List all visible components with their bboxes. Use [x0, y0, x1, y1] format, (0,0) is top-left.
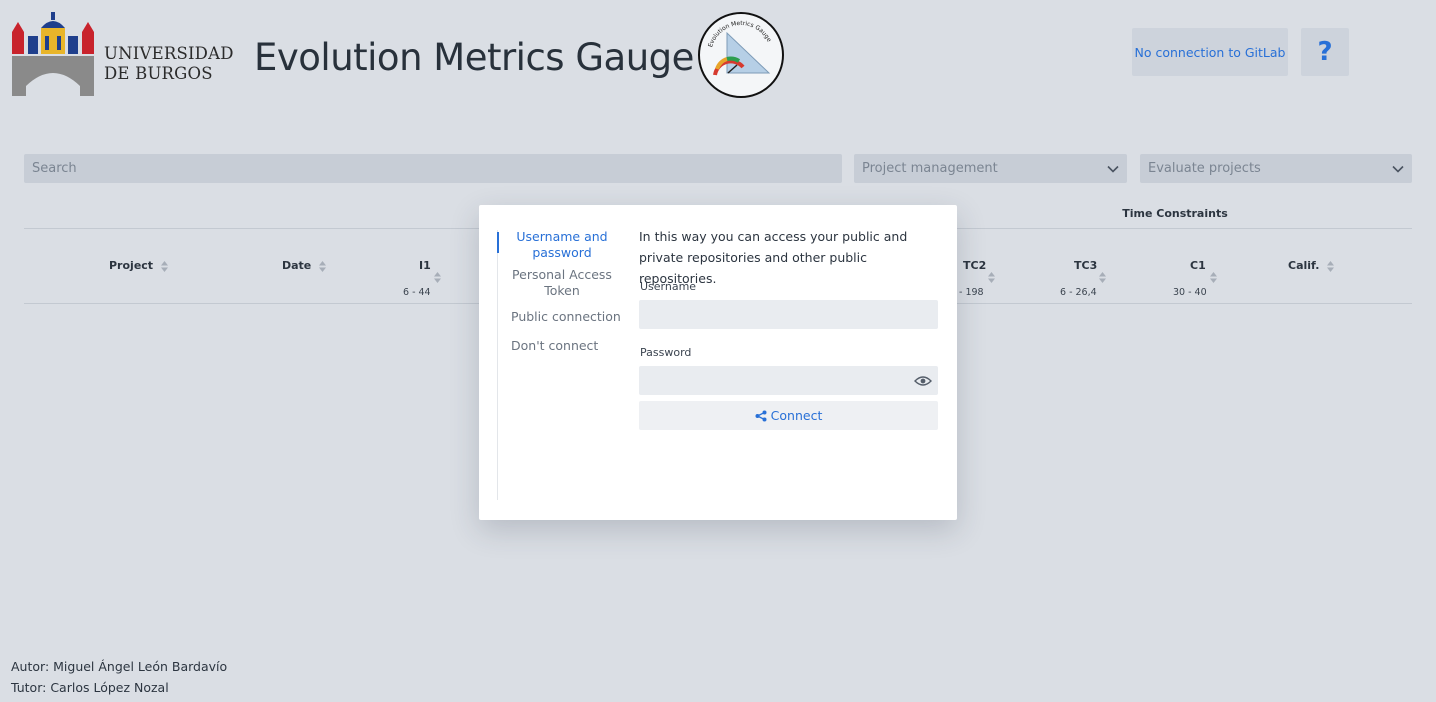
- share-icon: [755, 410, 767, 421]
- column-range-tc2: - 198: [959, 287, 984, 298]
- connection-modal: Username and password Personal Access To…: [479, 205, 957, 520]
- column-header-i1[interactable]: I1: [419, 259, 431, 272]
- university-name-line1: UNIVERSIDAD: [104, 44, 234, 63]
- column-header-c1[interactable]: C1: [1190, 259, 1206, 272]
- chevron-down-icon: [1107, 165, 1119, 173]
- password-label: Password: [640, 346, 692, 359]
- sort-icon[interactable]: [1210, 272, 1217, 283]
- sort-icon: [160, 260, 168, 272]
- tab-personal-access-token[interactable]: Personal Access Token: [507, 267, 617, 299]
- project-management-select[interactable]: Project management: [854, 154, 1127, 183]
- column-header-calif[interactable]: Calif.: [1288, 259, 1335, 272]
- column-header-date[interactable]: Date: [282, 259, 327, 272]
- sort-icon: [319, 260, 327, 272]
- evaluate-projects-select[interactable]: Evaluate projects: [1140, 154, 1412, 183]
- tab-dont-connect[interactable]: Don't connect: [511, 338, 621, 354]
- column-label: Project: [109, 259, 154, 272]
- tabs-rail: [497, 230, 498, 500]
- app-page: UNIVERSIDAD DE BURGOS Evolution Metrics …: [0, 0, 1436, 702]
- column-header-tc2[interactable]: TC2: [963, 259, 986, 272]
- username-label: Username: [640, 280, 697, 293]
- username-field[interactable]: [639, 300, 938, 329]
- app-title: Evolution Metrics Gauge: [254, 36, 694, 79]
- university-name-line2: DE BURGOS: [104, 64, 213, 83]
- tutor-credit: Tutor: Carlos López Nozal: [11, 680, 169, 695]
- gitlab-connection-button[interactable]: No connection to GitLab: [1132, 28, 1288, 76]
- sort-icon[interactable]: [988, 272, 995, 283]
- column-label: Calif.: [1288, 259, 1320, 272]
- column-header-project[interactable]: Project: [109, 259, 168, 272]
- author-credit: Autor: Miguel Ángel León Bardavío: [11, 659, 228, 674]
- column-label: Date: [282, 259, 312, 272]
- tab-public-connection[interactable]: Public connection: [511, 309, 621, 325]
- chevron-down-icon: [1392, 165, 1404, 173]
- sort-icon: [1327, 260, 1335, 272]
- column-range-c1: 30 - 40: [1173, 287, 1207, 298]
- tab-username-password[interactable]: Username and password: [507, 229, 617, 261]
- active-tab-indicator: [497, 232, 499, 253]
- search-input[interactable]: [24, 154, 842, 183]
- eye-icon[interactable]: [914, 375, 932, 387]
- university-name: UNIVERSIDAD DE BURGOS: [104, 44, 234, 84]
- column-range-tc3: 6 - 26,4: [1060, 287, 1097, 298]
- sort-icon[interactable]: [434, 272, 441, 283]
- gauge-logo-icon: Evolution Metrics Gauge: [697, 11, 785, 99]
- connect-button-label: Connect: [770, 408, 823, 423]
- project-management-label: Project management: [862, 161, 998, 176]
- sort-icon[interactable]: [1099, 272, 1106, 283]
- university-crest-icon: [12, 12, 94, 96]
- help-button[interactable]: ?: [1301, 28, 1349, 76]
- column-range-i1: 6 - 44: [403, 287, 431, 298]
- evaluate-projects-label: Evaluate projects: [1148, 161, 1261, 176]
- credits: Autor: Miguel Ángel León Bardavío Tutor:…: [11, 656, 227, 698]
- password-field[interactable]: [639, 366, 938, 395]
- connect-button[interactable]: Connect: [639, 401, 938, 430]
- university-logo: UNIVERSIDAD DE BURGOS: [10, 10, 233, 100]
- column-header-tc3[interactable]: TC3: [1074, 259, 1097, 272]
- time-constraints-group-header: Time Constraints: [1122, 207, 1228, 220]
